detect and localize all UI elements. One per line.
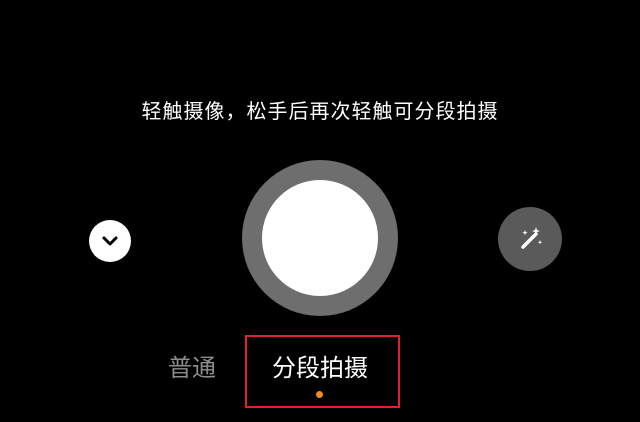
magic-wand-icon bbox=[521, 227, 543, 249]
effects-button[interactable] bbox=[498, 207, 562, 271]
mode-tab-segment[interactable]: 分段拍摄 bbox=[258, 350, 382, 386]
mode-selected-indicator bbox=[316, 391, 323, 398]
record-hint-text: 轻触摄像，松手后再次轻触可分段拍摄 bbox=[141, 99, 499, 123]
camera-screen: 轻触摄像，松手后再次轻触可分段拍摄 普通 分段拍摄 bbox=[0, 0, 640, 422]
shutter-core bbox=[262, 180, 378, 296]
shutter-button[interactable] bbox=[242, 160, 398, 316]
collapse-button[interactable] bbox=[89, 220, 131, 262]
mode-tab-normal[interactable]: 普通 bbox=[160, 350, 224, 386]
chevron-down-icon bbox=[102, 236, 118, 246]
